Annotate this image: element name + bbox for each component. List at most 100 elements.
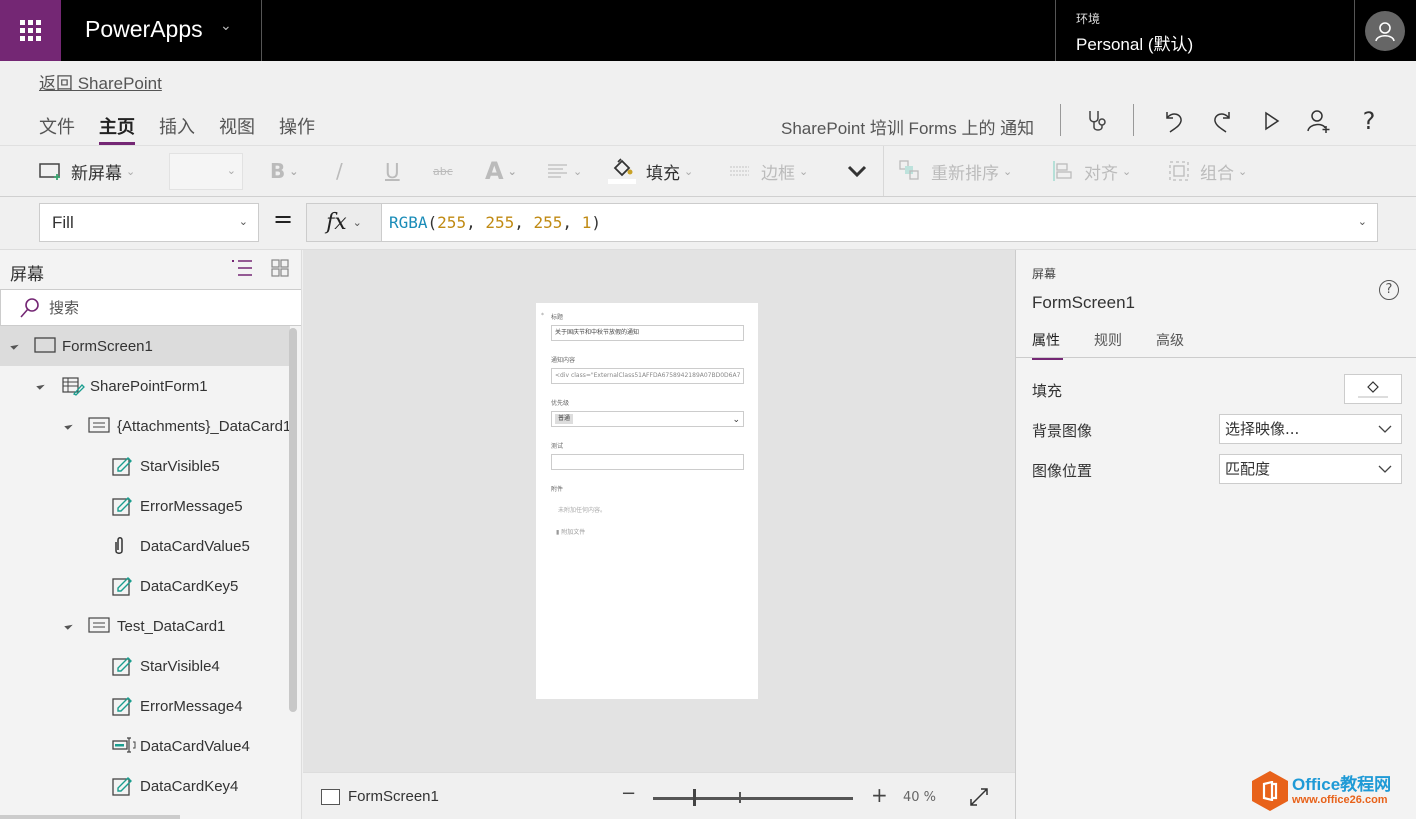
preview-button[interactable] (1258, 107, 1286, 135)
stethoscope-icon (1089, 111, 1106, 131)
tab-action[interactable]: 操作 (279, 113, 315, 145)
back-to-sharepoint-link[interactable]: 返回 SharePoint (39, 69, 162, 94)
tree-item[interactable]: DataCardValue5 (0, 526, 290, 566)
group-button[interactable]: 组合 ⌄ (1168, 146, 1247, 196)
border-icon (730, 166, 749, 176)
zoom-out-button[interactable]: − (621, 783, 636, 804)
tab-properties[interactable]: 属性 (1032, 330, 1063, 360)
tab-file[interactable]: 文件 (39, 113, 75, 145)
new-screen-button[interactable]: 新屏幕 ⌄ (39, 146, 135, 196)
label-edit-icon (112, 656, 132, 676)
chevron-down-icon (1377, 415, 1393, 452)
control-type: 屏幕 (1032, 267, 1057, 281)
fill-color-picker[interactable] (1344, 374, 1402, 404)
reorder-button[interactable]: 重新排序 ⌄ (899, 146, 1012, 196)
fill-bucket-icon (1367, 380, 1379, 393)
tree-item[interactable]: {Attachments}_DataCard1 (0, 406, 291, 446)
help-button[interactable]: ? (1355, 107, 1383, 135)
tree-item[interactable]: DataCardValue4 (0, 726, 290, 766)
chevron-down-icon: ⌄ (573, 164, 583, 178)
align-button[interactable]: 对齐 ⌄ (1052, 146, 1131, 196)
underline-icon: U (385, 159, 400, 183)
chevron-down-icon: ⌄ (507, 164, 517, 178)
tree-item[interactable]: StarVisible4 (0, 646, 290, 686)
horizontal-scrollbar[interactable] (0, 815, 180, 819)
test-field[interactable] (551, 454, 744, 470)
group-label: 组合 (1200, 163, 1234, 184)
help-icon[interactable]: ? (1379, 280, 1399, 300)
tree-item[interactable]: DataCardKey5 (0, 566, 290, 606)
watermark-title: Office教程网 (1292, 775, 1392, 794)
tree-item[interactable]: StarVisible5 (0, 446, 290, 486)
tree-item[interactable]: Test_DataCard1 (0, 606, 290, 646)
underline-button[interactable]: U (385, 146, 400, 196)
content-field[interactable]: <div class="ExternalClass51AFFDA67589421… (551, 368, 744, 384)
chevron-down-icon[interactable]: ⌄ (220, 18, 232, 34)
strikethrough-button[interactable]: abc (433, 146, 453, 196)
help-icon: ? (1362, 107, 1376, 135)
app-title[interactable]: PowerApps (85, 16, 203, 43)
expand-caret-icon[interactable] (10, 341, 19, 350)
italic-button[interactable]: / (336, 146, 343, 196)
zoom-slider[interactable] (653, 797, 853, 800)
tree-view-panel: 屏幕 搜索 FormScreen1 SharePointForm1 {Attachm… (0, 250, 302, 819)
tree-item[interactable]: FormScreen1 (0, 326, 290, 366)
environment-selector[interactable]: Personal (默认) (1076, 30, 1193, 55)
text-align-button[interactable]: ⌄ (547, 146, 582, 196)
formula-arg: 1 (581, 213, 592, 232)
tree-item[interactable]: SharePointForm1 (0, 366, 290, 406)
screen-preview[interactable]: * 标题 关于国庆节和中秋节放假的通知 通知内容 <div class="Ext… (536, 303, 758, 699)
reorder-label: 重新排序 (931, 163, 999, 184)
title-field[interactable]: 关于国庆节和中秋节放假的通知 (551, 325, 744, 341)
expand-caret-icon[interactable] (36, 381, 45, 390)
canvas[interactable]: * 标题 关于国庆节和中秋节放假的通知 通知内容 <div class="Ext… (303, 250, 1015, 772)
label-edit-icon (112, 456, 132, 476)
tab-insert[interactable]: 插入 (159, 113, 195, 145)
tab-view[interactable]: 视图 (219, 113, 255, 145)
required-mark: * (541, 312, 544, 319)
image-position-select[interactable]: 匹配度 (1219, 454, 1402, 484)
expand-caret-icon[interactable] (64, 421, 73, 430)
waffle-icon (20, 20, 41, 41)
tree-item[interactable]: ErrorMessage4 (0, 686, 290, 726)
background-image-select[interactable]: 选择映像... (1219, 414, 1402, 444)
font-size-select[interactable]: ⌄ (169, 153, 243, 190)
avatar[interactable] (1365, 11, 1405, 51)
tab-advanced[interactable]: 高级 (1156, 330, 1184, 360)
tree-item-label: DataCardValue5 (140, 537, 250, 555)
border-button[interactable]: 边框 ⌄ (729, 146, 808, 196)
tree-item[interactable]: ErrorMessage5 (0, 486, 290, 526)
expand-caret-icon[interactable] (64, 621, 73, 630)
redo-button[interactable] (1208, 107, 1236, 135)
bold-button[interactable]: B ⌄ (270, 146, 298, 196)
search-input[interactable]: 搜索 (0, 289, 301, 326)
fill-button[interactable]: 填充 ⌄ (608, 146, 693, 196)
current-screen-indicator[interactable]: FormScreen1 (321, 788, 439, 805)
tree-item-label: ErrorMessage4 (140, 697, 243, 715)
scrollbar[interactable] (289, 328, 297, 712)
control-tree: FormScreen1 SharePointForm1 {Attachments}_… (0, 326, 291, 806)
control-name[interactable]: FormScreen1 (1032, 293, 1135, 313)
fit-to-window-button[interactable] (969, 787, 989, 811)
expand-toolbar-button[interactable] (846, 146, 868, 196)
font-color-button[interactable]: A ⌄ (485, 146, 517, 196)
thumbnail-view-icon[interactable] (271, 259, 289, 277)
tree-view-icon[interactable] (231, 259, 253, 277)
share-button[interactable] (1305, 107, 1333, 135)
zoom-slider-thumb[interactable] (693, 789, 696, 806)
priority-dropdown[interactable]: 普通 ⌄ (551, 411, 744, 427)
fx-button[interactable]: fx ⌄ (306, 203, 382, 242)
tab-rules[interactable]: 规则 (1094, 330, 1122, 360)
property-select[interactable]: Fill ⌄ (39, 203, 259, 242)
app-launcher-button[interactable] (0, 0, 61, 61)
attach-file-link[interactable]: ▮ 附加文件 (556, 527, 585, 536)
expand-formula-icon[interactable]: ⌄ (1358, 215, 1367, 228)
tab-home[interactable]: 主页 (99, 113, 135, 145)
tree-item[interactable]: DataCardKey4 (0, 766, 290, 806)
undo-button[interactable] (1160, 107, 1188, 135)
fill-property-label: 填充 (1032, 382, 1063, 400)
formula-input[interactable]: RGBA(255, 255, 255, 1) ⌄ (381, 203, 1378, 242)
app-checker-button[interactable] (1085, 107, 1113, 135)
formula-arg: 255 (485, 213, 515, 232)
zoom-in-button[interactable]: + (871, 783, 888, 807)
